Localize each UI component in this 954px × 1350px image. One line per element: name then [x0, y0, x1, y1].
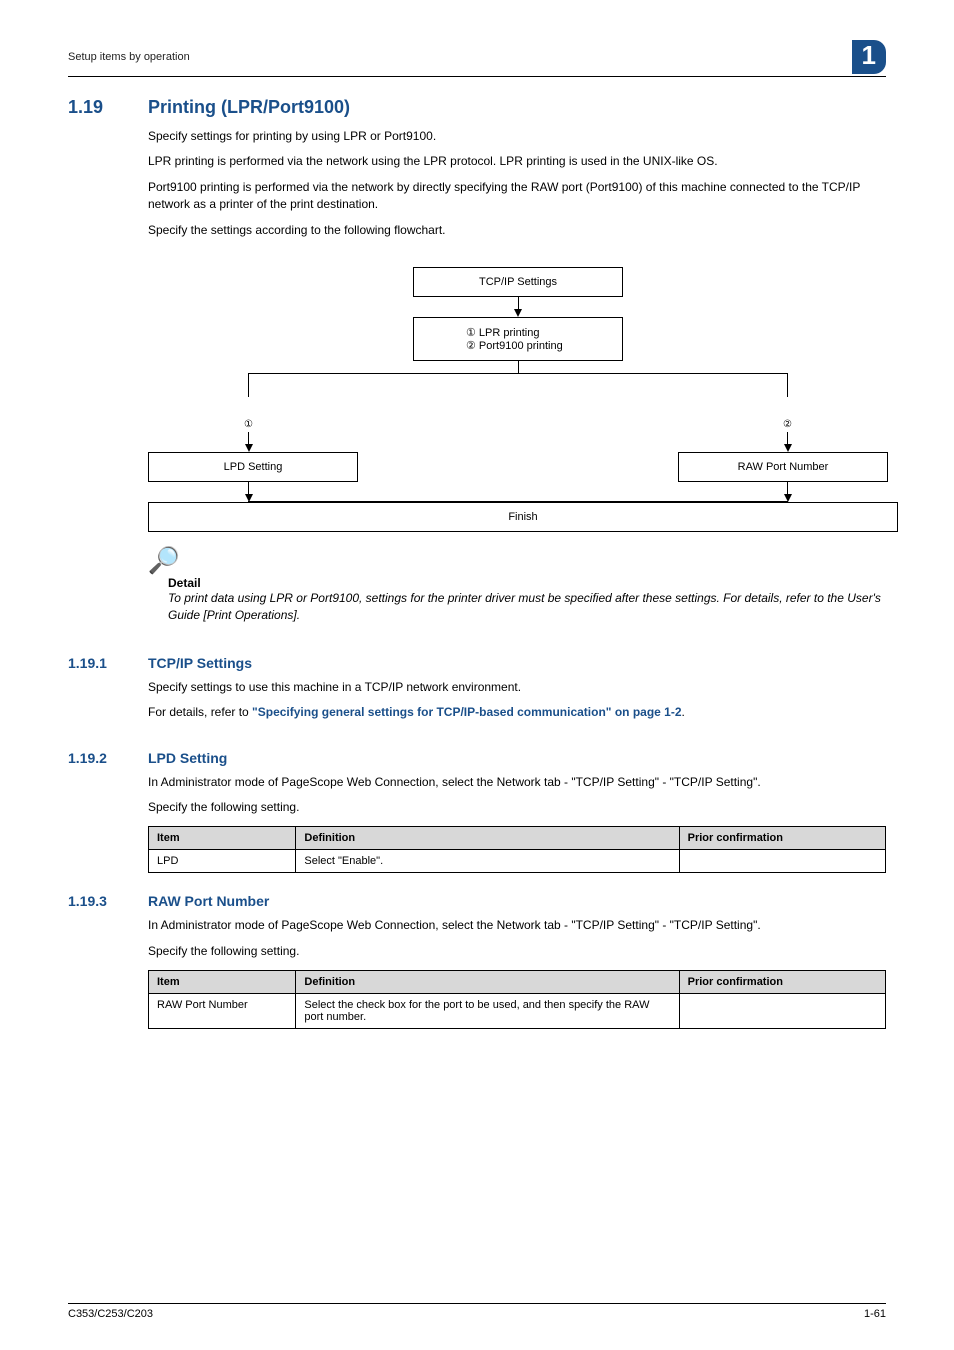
flowchart-node-raw: RAW Port Number: [678, 452, 888, 482]
paragraph: For details, refer to "Specifying genera…: [148, 704, 886, 721]
subsection-number: 1.19.1: [68, 655, 148, 671]
section-heading: 1.19 Printing (LPR/Port9100): [68, 97, 886, 118]
table-row: RAW Port Number Select the check box for…: [149, 994, 886, 1029]
th-definition: Definition: [296, 971, 679, 994]
td-item: RAW Port Number: [149, 994, 296, 1029]
detail-heading: Detail: [168, 576, 886, 590]
paragraph: LPR printing is performed via the networ…: [148, 153, 886, 170]
detail-text: To print data using LPR or Port9100, set…: [168, 590, 886, 625]
td-definition: Select the check box for the port to be …: [296, 994, 679, 1029]
td-definition: Select "Enable".: [296, 850, 679, 873]
section-title: Printing (LPR/Port9100): [148, 97, 350, 118]
page-footer: C353/C253/C203 1-61: [68, 1303, 886, 1320]
flowchart-node-choice: ① LPR printing ② Port9100 printing: [413, 317, 623, 361]
paragraph: Specify the settings according to the fo…: [148, 222, 886, 239]
flowchart: TCP/IP Settings ① LPR printing ② Port910…: [148, 267, 888, 532]
subsection-title: LPD Setting: [148, 750, 227, 766]
running-head: Setup items by operation: [68, 51, 190, 63]
table-row: LPD Select "Enable".: [149, 850, 886, 873]
paragraph: Specify settings for printing by using L…: [148, 128, 886, 145]
th-definition: Definition: [296, 827, 679, 850]
paragraph: Specify the following setting.: [148, 799, 886, 816]
paragraph: Specify the following setting.: [148, 943, 886, 960]
section-number: 1.19: [68, 97, 148, 118]
th-prior: Prior confirmation: [679, 971, 885, 994]
subsection-title: TCP/IP Settings: [148, 655, 252, 671]
ref-suffix: .: [682, 705, 685, 719]
paragraph: In Administrator mode of PageScope Web C…: [148, 917, 886, 934]
table-header-row: Item Definition Prior confirmation: [149, 827, 886, 850]
cross-reference-link[interactable]: "Specifying general settings for TCP/IP-…: [252, 705, 681, 719]
detail-note: 🔍 Detail To print data using LPR or Port…: [148, 547, 886, 625]
flowchart-node-finish: Finish: [148, 502, 898, 532]
td-prior: [679, 850, 885, 873]
table-header-row: Item Definition Prior confirmation: [149, 971, 886, 994]
paragraph: Port9100 printing is performed via the n…: [148, 179, 886, 214]
th-prior: Prior confirmation: [679, 827, 885, 850]
footer-page-number: 1-61: [864, 1308, 886, 1320]
footer-model: C353/C253/C203: [68, 1308, 153, 1320]
th-item: Item: [149, 971, 296, 994]
td-prior: [679, 994, 885, 1029]
settings-table-lpd: Item Definition Prior confirmation LPD S…: [148, 826, 886, 873]
ref-prefix: For details, refer to: [148, 705, 252, 719]
td-item: LPD: [149, 850, 296, 873]
paragraph: Specify settings to use this machine in …: [148, 679, 886, 696]
subsection-heading: 1.19.3 RAW Port Number: [68, 893, 886, 909]
flowchart-node-lpd: LPD Setting: [148, 452, 358, 482]
th-item: Item: [149, 827, 296, 850]
magnifier-icon: 🔍: [148, 547, 180, 573]
chapter-number-tab: 1: [852, 40, 886, 74]
subsection-heading: 1.19.1 TCP/IP Settings: [68, 655, 886, 671]
settings-table-raw: Item Definition Prior confirmation RAW P…: [148, 970, 886, 1029]
subsection-title: RAW Port Number: [148, 893, 269, 909]
flowchart-choice-line1: ① LPR printing: [466, 326, 618, 339]
flowchart-branch-left-label: ①: [244, 419, 253, 430]
flowchart-choice-line2: ② Port9100 printing: [466, 339, 618, 352]
paragraph: In Administrator mode of PageScope Web C…: [148, 774, 886, 791]
subsection-number: 1.19.3: [68, 893, 148, 909]
page-header: Setup items by operation 1: [68, 40, 886, 77]
flowchart-node-tcpip: TCP/IP Settings: [413, 267, 623, 297]
subsection-number: 1.19.2: [68, 750, 148, 766]
subsection-heading: 1.19.2 LPD Setting: [68, 750, 886, 766]
flowchart-branch-right-label: ②: [783, 419, 792, 430]
